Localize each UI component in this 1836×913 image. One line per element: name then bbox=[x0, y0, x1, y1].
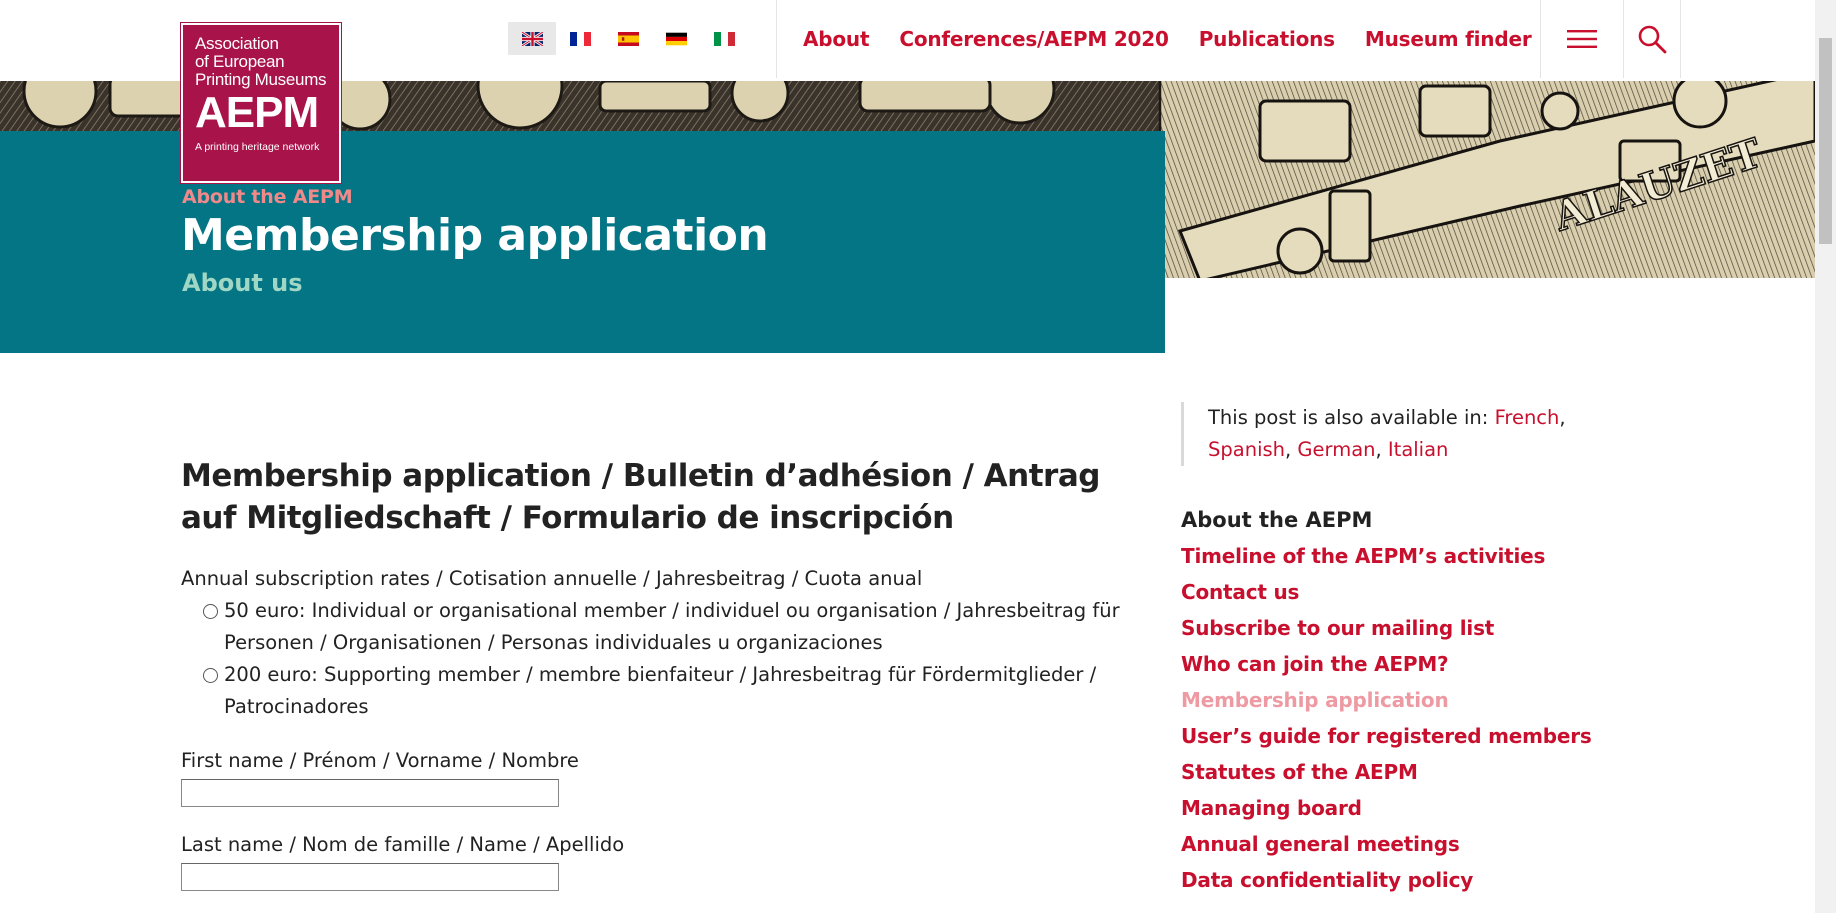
sidebar-item-who-can-join[interactable]: Who can join the AEPM? bbox=[1181, 646, 1601, 682]
sidebar: This post is also available in: French, … bbox=[1181, 402, 1601, 898]
language-flag-en[interactable] bbox=[508, 22, 556, 55]
sidebar-navigation: About the AEPM Timeline of the AEPM’s ac… bbox=[1181, 502, 1601, 898]
sidebar-heading: About the AEPM bbox=[1181, 508, 1373, 532]
language-notice-prefix: This post is also available in: bbox=[1208, 406, 1489, 429]
language-availability-notice: This post is also available in: French, … bbox=[1181, 402, 1601, 466]
lang-link-spanish[interactable]: Spanish bbox=[1208, 438, 1285, 461]
scrollbar-thumb[interactable] bbox=[1819, 38, 1832, 244]
spain-flag-icon bbox=[617, 31, 639, 46]
language-flag-it[interactable] bbox=[700, 22, 748, 55]
main-navigation: About Conferences/AEPM 2020 Publications… bbox=[776, 0, 1532, 78]
uk-flag-icon bbox=[521, 31, 543, 46]
nav-publications[interactable]: Publications bbox=[1199, 27, 1335, 51]
first-name-label: First name / Prénom / Vorname / Nombre bbox=[181, 749, 579, 772]
sidebar-item-users-guide[interactable]: User’s guide for registered members bbox=[1181, 718, 1601, 754]
hamburger-icon bbox=[1567, 30, 1597, 48]
rate-option-200[interactable]: 200 euro: Supporting member / membre bie… bbox=[181, 659, 1141, 723]
germany-flag-icon bbox=[665, 32, 687, 45]
language-flag-fr[interactable] bbox=[556, 22, 604, 55]
logo-line-3: Printing Museums bbox=[195, 70, 327, 89]
sidebar-item-general-meetings[interactable]: Annual general meetings bbox=[1181, 826, 1601, 862]
lang-link-french[interactable]: French bbox=[1495, 406, 1560, 429]
sidebar-item-managing-board[interactable]: Managing board bbox=[1181, 790, 1601, 826]
main-content: Membership application / Bulletin d’adhé… bbox=[181, 455, 1141, 891]
first-name-input[interactable] bbox=[181, 779, 559, 807]
sidebar-item-statutes[interactable]: Statutes of the AEPM bbox=[1181, 754, 1601, 790]
nav-about[interactable]: About bbox=[803, 27, 870, 51]
rate-option-50[interactable]: 50 euro: Individual or organisational me… bbox=[181, 595, 1141, 659]
subscription-rates-label: Annual subscription rates / Cotisation a… bbox=[181, 567, 923, 590]
sidebar-item-membership-application[interactable]: Membership application bbox=[1181, 682, 1601, 718]
lang-link-italian[interactable]: Italian bbox=[1388, 438, 1449, 461]
france-flag-icon bbox=[569, 31, 591, 46]
rate-50-radio[interactable] bbox=[203, 604, 218, 619]
lang-link-german[interactable]: German bbox=[1297, 438, 1375, 461]
search-button[interactable] bbox=[1623, 0, 1681, 78]
rate-200-label: 200 euro: Supporting member / membre bie… bbox=[224, 663, 1097, 718]
logo-tagline: A printing heritage network bbox=[195, 141, 320, 153]
breadcrumb[interactable]: About the AEPM bbox=[182, 186, 353, 208]
rate-200-radio[interactable] bbox=[203, 668, 218, 683]
nav-conferences[interactable]: Conferences/AEPM 2020 bbox=[899, 27, 1169, 51]
content-title: Membership application / Bulletin d’adhé… bbox=[181, 458, 1100, 536]
page-scrollbar[interactable] bbox=[1815, 0, 1836, 913]
page-subtitle[interactable]: About us bbox=[182, 269, 303, 297]
nav-museum-finder[interactable]: Museum finder bbox=[1365, 27, 1532, 51]
last-name-input[interactable] bbox=[181, 863, 559, 891]
italy-flag-icon bbox=[713, 31, 735, 46]
logo-line-1: Association bbox=[195, 34, 279, 53]
sidebar-item-timeline[interactable]: Timeline of the AEPM’s activities bbox=[1181, 538, 1601, 574]
aepm-logo[interactable]: Association of European Printing Museums… bbox=[180, 22, 342, 184]
search-icon bbox=[1638, 25, 1667, 54]
last-name-label: Last name / Nom de famille / Name / Apel… bbox=[181, 833, 625, 856]
sidebar-item-contact[interactable]: Contact us bbox=[1181, 574, 1601, 610]
language-flag-de[interactable] bbox=[652, 22, 700, 55]
rate-50-label: 50 euro: Individual or organisational me… bbox=[224, 599, 1120, 654]
language-flag-es[interactable] bbox=[604, 22, 652, 55]
sidebar-item-mailing-list[interactable]: Subscribe to our mailing list bbox=[1181, 610, 1601, 646]
page-title: Membership application bbox=[181, 210, 769, 261]
logo-line-2: of European bbox=[195, 52, 285, 71]
logo-abbreviation: AEPM bbox=[195, 88, 319, 137]
language-switcher bbox=[508, 22, 748, 55]
sidebar-item-data-policy[interactable]: Data confidentiality policy bbox=[1181, 862, 1601, 898]
menu-button[interactable] bbox=[1540, 0, 1623, 78]
